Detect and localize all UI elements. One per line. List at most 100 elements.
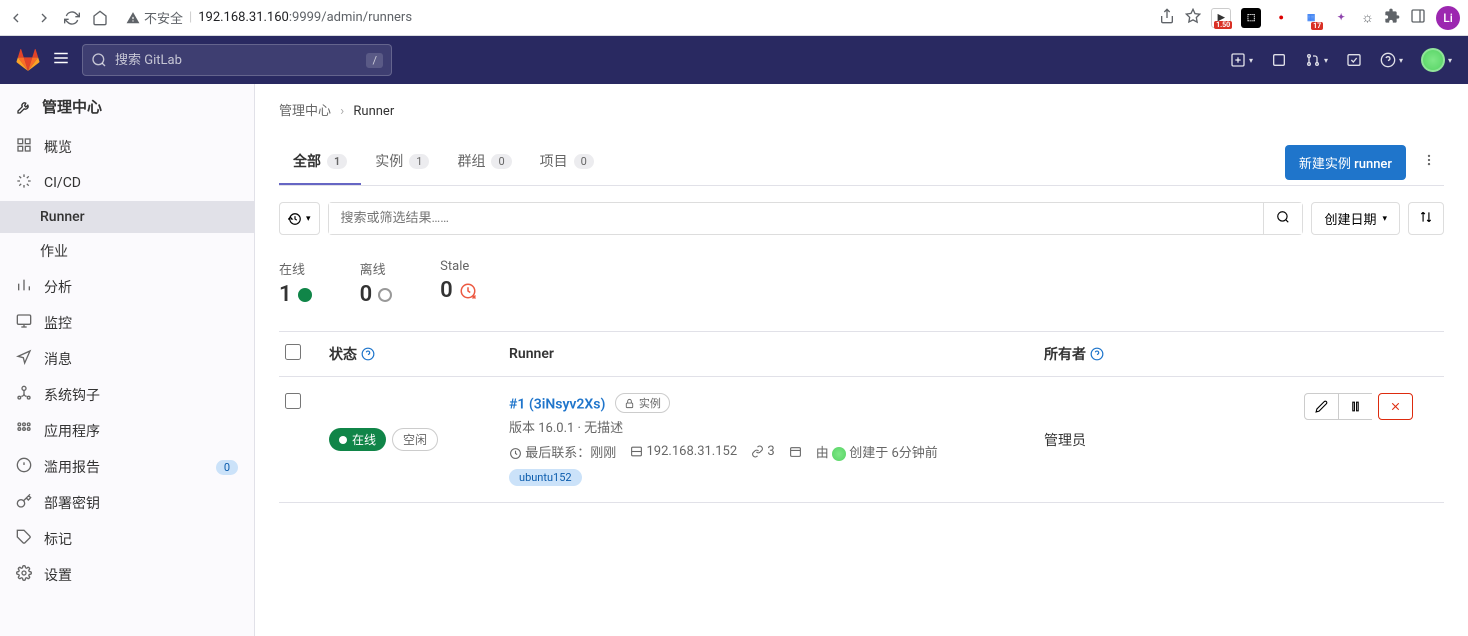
tab-3[interactable]: 项目0 <box>526 139 608 185</box>
star-icon[interactable] <box>1185 8 1201 28</box>
extension-icon-6[interactable]: ☼ <box>1361 9 1374 26</box>
sidebar-item-label: Runner <box>40 209 85 225</box>
merge-requests-icon[interactable]: ▾ <box>1305 52 1328 68</box>
pause-button[interactable] <box>1339 393 1372 420</box>
todos-icon[interactable] <box>1346 52 1362 68</box>
back-icon[interactable] <box>8 10 24 26</box>
browser-chrome: 不安全 | 192.168.31.160:9999/admin/runners … <box>0 0 1468 36</box>
side-panel-icon[interactable] <box>1410 8 1426 28</box>
message-icon <box>16 349 32 369</box>
select-all-checkbox[interactable] <box>285 344 301 360</box>
filter-input[interactable] <box>329 203 1264 234</box>
tag-pill[interactable]: ubuntu152 <box>509 469 582 486</box>
instance-badge: 实例 <box>615 393 670 413</box>
history-icon <box>288 212 302 226</box>
sidebar-item-9[interactable]: 滥用报告0 <box>0 449 254 485</box>
sidebar: 管理中心 概览 CI/CD Runner 作业分析监控消息系统钩子应用程序滥用报告0 部… <box>0 84 255 636</box>
sidebar-item-11[interactable]: 标记 <box>0 521 254 557</box>
extension-icon-2[interactable]: ⬚ <box>1241 8 1261 28</box>
x-icon <box>1389 400 1402 413</box>
monitor-icon <box>16 313 32 333</box>
sidebar-item-8[interactable]: 应用程序 <box>0 413 254 449</box>
edit-button[interactable] <box>1304 393 1339 420</box>
tab-2[interactable]: 群组0 <box>443 139 525 185</box>
profile-avatar[interactable]: Li <box>1436 6 1460 30</box>
link-icon <box>751 445 764 458</box>
forward-icon <box>36 10 52 26</box>
share-icon[interactable] <box>1159 8 1175 28</box>
sidebar-item-3[interactable]: 作业 <box>0 233 254 269</box>
new-runner-button[interactable]: 新建实例 runner <box>1285 145 1406 180</box>
table-header: 状态 Runner 所有者 <box>279 331 1444 377</box>
gitlab-logo[interactable] <box>16 48 40 72</box>
lock-icon <box>624 398 635 409</box>
sidebar-item-4[interactable]: 分析 <box>0 269 254 305</box>
delete-button[interactable] <box>1378 393 1413 420</box>
sidebar-item-label: 部署密钥 <box>44 493 100 513</box>
url-bar[interactable]: 不安全 | 192.168.31.160:9999/admin/runners <box>116 4 1151 31</box>
breadcrumb-root[interactable]: 管理中心 <box>279 104 331 119</box>
extension-icon-3[interactable]: ● <box>1271 8 1291 28</box>
url-text: 192.168.31.160:9999/admin/runners <box>198 10 412 25</box>
sidebar-item-label: 消息 <box>44 349 72 369</box>
extension-icon-4[interactable]: ▦17 <box>1301 8 1321 28</box>
sidebar-item-label: 系统钩子 <box>44 385 100 405</box>
search-icon <box>91 52 107 68</box>
extension-icon-5[interactable]: ✦ <box>1331 8 1351 28</box>
sidebar-item-12[interactable]: 设置 <box>0 557 254 593</box>
sidebar-item-0[interactable]: 概览 <box>0 129 254 165</box>
sort-direction-button[interactable] <box>1408 202 1444 235</box>
sidebar-item-label: 分析 <box>44 277 72 297</box>
extension-icon-1[interactable]: 1.50▶ <box>1211 8 1231 28</box>
sidebar-badge: 0 <box>216 460 238 475</box>
history-button[interactable]: ▾ <box>279 202 320 235</box>
gitlab-top-nav: / ▾ ▾ ▾ ▾ <box>0 36 1468 84</box>
row-checkbox[interactable] <box>285 393 301 409</box>
sidebar-item-7[interactable]: 系统钩子 <box>0 377 254 413</box>
tab-0[interactable]: 全部1 <box>279 139 361 185</box>
sort-button[interactable]: 创建日期▾ <box>1311 202 1400 235</box>
reload-icon[interactable] <box>64 10 80 26</box>
breadcrumb-current: Runner <box>353 104 394 119</box>
filter-search-button[interactable] <box>1263 203 1302 234</box>
sidebar-header[interactable]: 管理中心 <box>0 84 254 129</box>
issues-icon[interactable] <box>1271 52 1287 68</box>
breadcrumb: 管理中心 › Runner <box>279 100 1444 119</box>
analytics-icon <box>16 277 32 297</box>
runner-owner: 管理员 <box>1044 393 1304 486</box>
user-avatar-icon <box>1421 48 1445 72</box>
wrench-icon <box>16 99 32 115</box>
sidebar-item-2[interactable]: Runner <box>0 201 254 233</box>
abuse-icon <box>16 457 32 477</box>
sidebar-item-label: 概览 <box>44 137 72 157</box>
runner-row: 在线 空闲 #1 (3iNsyv2Xs) 实例 版本 16.0.1 · 无描述 … <box>279 377 1444 503</box>
sidebar-item-5[interactable]: 监控 <box>0 305 254 341</box>
hamburger-icon[interactable] <box>52 49 70 71</box>
help-icon[interactable]: ▾ <box>1380 52 1403 68</box>
help-icon[interactable] <box>361 347 375 361</box>
search-shortcut: / <box>366 53 383 68</box>
pause-icon <box>1349 400 1362 413</box>
sidebar-item-1[interactable]: CI/CD <box>0 165 254 201</box>
new-menu-icon[interactable]: ▾ <box>1230 52 1253 68</box>
status-badge-online: 在线 <box>329 428 386 451</box>
user-menu[interactable]: ▾ <box>1421 48 1452 72</box>
main-content: 管理中心 › Runner 全部1实例1群组0项目0 新建实例 runner ▾… <box>255 84 1468 636</box>
kebab-menu-button[interactable] <box>1414 145 1444 179</box>
extensions-icon[interactable] <box>1384 8 1400 28</box>
tab-1[interactable]: 实例1 <box>361 139 443 185</box>
runner-id-link[interactable]: #1 (3iNsyv2Xs) <box>509 397 605 413</box>
search-input[interactable] <box>107 53 366 68</box>
sidebar-item-label: 应用程序 <box>44 421 100 441</box>
overview-icon <box>16 137 32 157</box>
creator-avatar-icon[interactable] <box>832 447 846 461</box>
clock-x-icon <box>459 282 477 300</box>
help-icon[interactable] <box>1090 347 1104 361</box>
dot-green-icon <box>298 288 312 302</box>
sidebar-item-6[interactable]: 消息 <box>0 341 254 377</box>
search-box[interactable]: / <box>82 44 392 76</box>
sidebar-item-10[interactable]: 部署密钥 <box>0 485 254 521</box>
sidebar-item-label: CI/CD <box>44 175 81 191</box>
sidebar-item-label: 标记 <box>44 529 72 549</box>
home-icon[interactable] <box>92 10 108 26</box>
